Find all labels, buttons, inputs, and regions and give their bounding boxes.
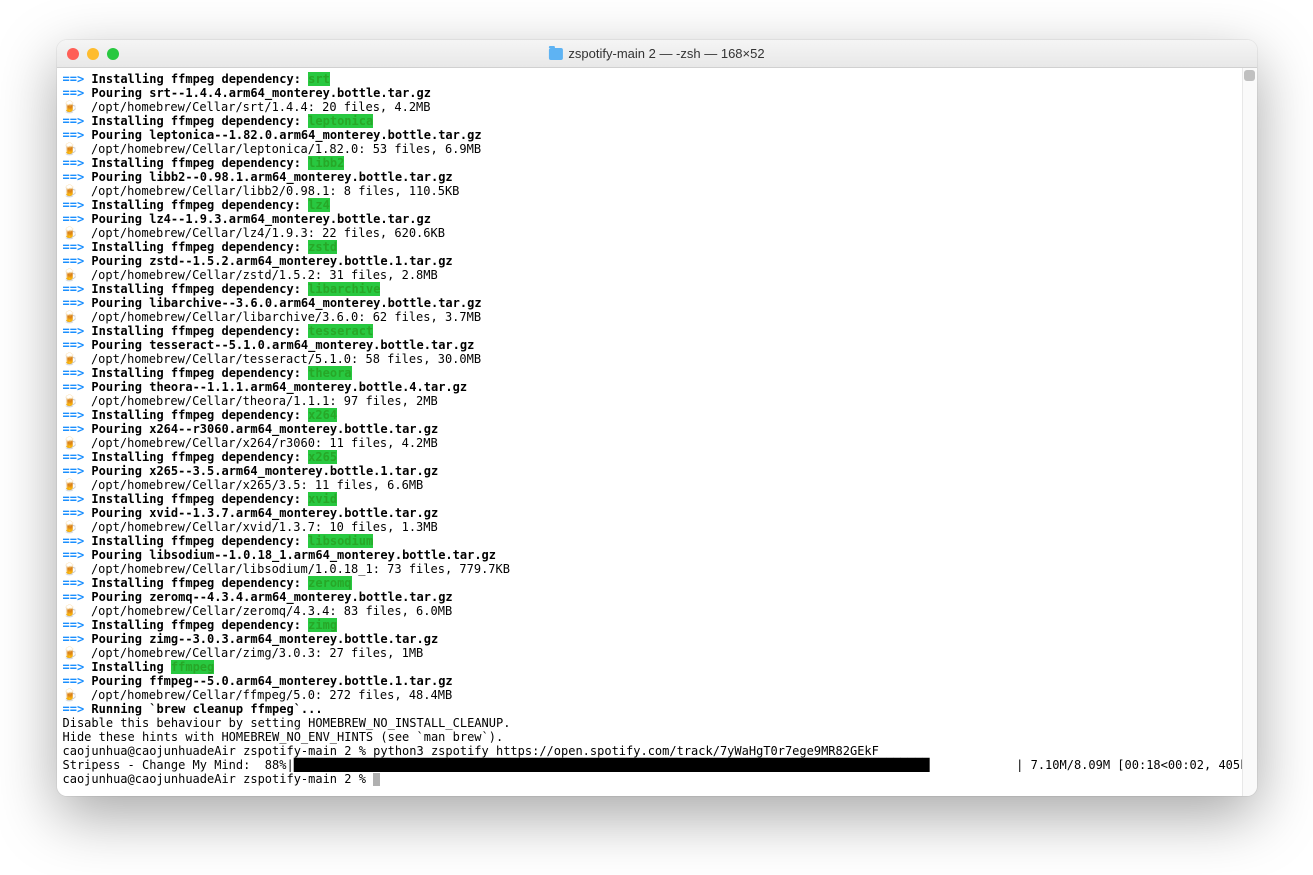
traffic-lights [67,48,119,60]
progress-label: Stripess - Change My Mind: 88%| [63,758,294,772]
close-button[interactable] [67,48,79,60]
progress-stats: | 7.10M/8.09M [00:18<00:02, 405kB/s] [1009,758,1257,772]
beer-icon: 🍺 [63,100,77,114]
folder-icon [548,48,562,60]
terminal-output: ==> Installing ffmpeg dependency: srt==>… [63,72,1251,786]
progress-bar: ████████████████████████████████████████… [294,758,930,772]
beer-icon: 🍺 [63,184,77,198]
title-text: zspotify-main 2 — -zsh — 168×52 [568,46,764,61]
beer-icon: 🍺 [63,142,77,156]
scrollbar-track[interactable] [1242,68,1257,796]
beer-icon: 🍺 [63,394,77,408]
beer-icon: 🍺 [63,520,77,534]
beer-icon: 🍺 [63,604,77,618]
prompt: caojunhua@caojunhuadeAir zspotify-main 2… [63,772,374,786]
window-title: zspotify-main 2 — -zsh — 168×52 [548,46,764,61]
titlebar[interactable]: zspotify-main 2 — -zsh — 168×52 [57,40,1257,68]
beer-icon: 🍺 [63,226,77,240]
beer-icon: 🍺 [63,352,77,366]
beer-icon: 🍺 [63,688,77,702]
maximize-button[interactable] [107,48,119,60]
beer-icon: 🍺 [63,646,77,660]
beer-icon: 🍺 [63,562,77,576]
beer-icon: 🍺 [63,478,77,492]
cursor [373,773,380,786]
scrollbar-thumb[interactable] [1244,70,1255,81]
terminal-body[interactable]: ==> Installing ffmpeg dependency: srt==>… [57,68,1257,796]
terminal-window: zspotify-main 2 — -zsh — 168×52 ==> Inst… [57,40,1257,796]
beer-icon: 🍺 [63,436,77,450]
minimize-button[interactable] [87,48,99,60]
beer-icon: 🍺 [63,268,77,282]
beer-icon: 🍺 [63,310,77,324]
